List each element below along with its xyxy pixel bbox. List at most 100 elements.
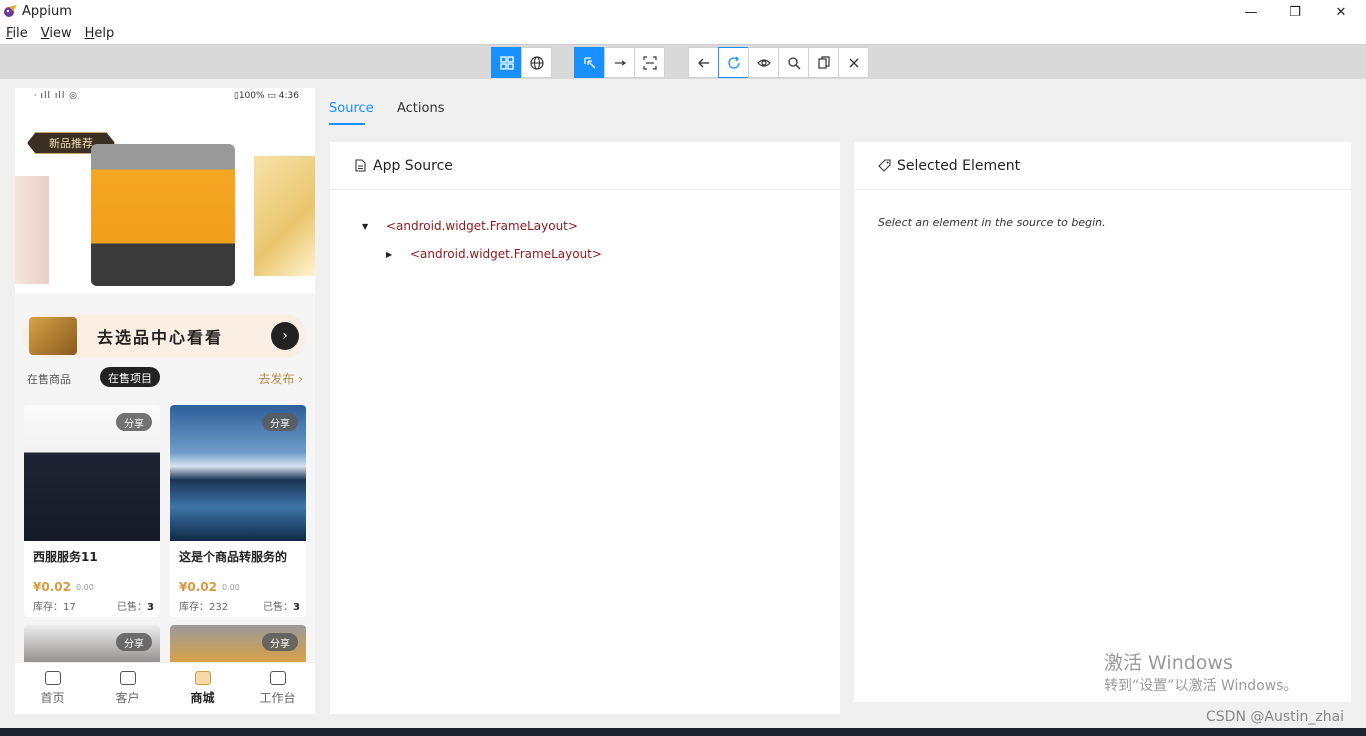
toolbar	[0, 44, 1366, 79]
active-tab-indicator	[329, 123, 365, 125]
web-mode-button[interactable]	[521, 47, 552, 78]
tab-on-sale-projects[interactable]: 在售项目	[100, 367, 160, 387]
product-price: ¥0.02	[33, 580, 71, 594]
product-center-banner[interactable]: 去选品中心看看 ›	[23, 314, 307, 358]
product-card[interactable]: 分享 西服服务11 ¥0.02 0.00 库存：17 已售：3	[24, 405, 160, 617]
carousel-image-right	[254, 156, 315, 276]
back-icon	[697, 58, 709, 67]
taskbar-edge	[0, 728, 1366, 736]
search-elements-button[interactable]	[778, 47, 809, 78]
tag-icon	[878, 159, 891, 172]
product-card[interactable]: 分享	[24, 625, 160, 665]
swipe-button[interactable]	[604, 47, 635, 78]
tree-node-label[interactable]: <android.widget.FrameLayout>	[386, 219, 578, 233]
product-card[interactable]: 分享 这是个商品转服务的 ¥0.02 0.00 库存：232 已售：3	[170, 405, 306, 617]
sold-count: 3	[147, 602, 154, 613]
grid-icon	[499, 55, 514, 70]
nav-workbench[interactable]: 工作台	[240, 663, 315, 714]
copy-icon	[817, 55, 830, 69]
product-name: 这是个商品转服务的	[179, 550, 288, 564]
nav-customers[interactable]: 客户	[90, 663, 165, 714]
product-sold: 已售：3	[117, 598, 154, 613]
nav-workbench-label: 工作台	[259, 691, 296, 705]
app-source-panel: App Source ▼ <android.widget.FrameLayout…	[330, 142, 840, 714]
mall-icon	[194, 671, 211, 685]
product-stock: 库存：232	[179, 602, 229, 613]
status-battery-time: ▯100% ▭ 4:36	[233, 91, 299, 101]
product-old-price: 0.00	[76, 583, 94, 592]
tree-node-label[interactable]: <android.widget.FrameLayout>	[410, 247, 602, 261]
globe-icon	[529, 55, 544, 70]
close-window-button[interactable]: ✕	[1318, 0, 1364, 24]
windows-activation-watermark: 激活 Windows	[1104, 652, 1233, 674]
product-carousel[interactable]: 新品推荐	[15, 106, 315, 293]
quit-session-button[interactable]	[838, 47, 869, 78]
native-mode-button[interactable]	[491, 47, 522, 78]
refresh-button[interactable]	[718, 47, 749, 78]
status-icons-left: · ıll ıll ◎	[31, 91, 79, 101]
tree-node[interactable]: ▶ <android.widget.FrameLayout>	[386, 247, 602, 261]
share-button[interactable]: 分享	[116, 413, 152, 431]
tap-coordinates-button[interactable]	[634, 47, 665, 78]
share-button[interactable]: 分享	[262, 413, 298, 431]
carousel-image-left	[15, 176, 49, 284]
minimize-button[interactable]: —	[1228, 0, 1274, 24]
menu-view[interactable]: View	[35, 24, 79, 44]
nav-customers-label: 客户	[115, 691, 140, 705]
caret-down-icon[interactable]: ▼	[362, 222, 372, 231]
share-button[interactable]: 分享	[116, 633, 152, 651]
copy-xml-button[interactable]	[808, 47, 839, 78]
tab-on-sale-goods[interactable]: 在售商品	[27, 371, 71, 387]
selected-element-panel: Selected Element Select an element in th…	[854, 142, 1351, 702]
select-elements-button[interactable]	[574, 47, 605, 78]
swipe-icon	[614, 60, 626, 65]
share-button[interactable]: 分享	[262, 633, 298, 651]
sold-count: 3	[293, 602, 300, 613]
product-price: ¥0.02	[179, 580, 217, 594]
menu-bar: File View Help	[0, 24, 1366, 44]
product-center-text: 去选品中心看看	[97, 328, 224, 347]
tap-area-icon	[642, 55, 657, 70]
nav-mall[interactable]: 商城	[165, 663, 240, 714]
toggle-visibility-button[interactable]	[748, 47, 779, 78]
search-icon	[787, 56, 800, 69]
tree-node[interactable]: ▼ <android.widget.FrameLayout>	[362, 219, 578, 233]
product-stock: 库存：17	[33, 602, 76, 613]
phone-status-bar: · ıll ıll ◎ ▯100% ▭ 4:36	[15, 88, 315, 106]
device-screenshot[interactable]: · ıll ıll ◎ ▯100% ▭ 4:36 新品推荐 去选品中心看看 › …	[15, 88, 315, 714]
product-name: 西服服务11	[33, 550, 98, 564]
appium-logo-icon	[4, 5, 17, 17]
gift-icon	[29, 317, 77, 355]
menu-file[interactable]: File	[0, 24, 35, 44]
window-title: Appium	[22, 4, 72, 19]
carousel-image-center	[91, 144, 235, 286]
tab-source[interactable]: Source	[329, 101, 374, 116]
product-old-price: 0.00	[222, 583, 240, 592]
folder-icon	[269, 671, 286, 685]
select-icon	[583, 56, 595, 68]
caret-right-icon[interactable]: ▶	[386, 250, 396, 259]
tab-actions[interactable]: Actions	[397, 101, 445, 116]
phone-bottom-nav: 首页 客户 商城 工作台	[15, 662, 315, 714]
close-icon	[849, 58, 858, 67]
toolbar-group-mode	[491, 47, 552, 78]
product-sold: 已售：3	[263, 598, 300, 613]
goods-subtabs: 在售商品 在售项目 去发布 ›	[15, 366, 315, 388]
csdn-watermark: CSDN @Austin_zhai	[1206, 709, 1345, 725]
eye-icon	[756, 58, 771, 67]
sold-label: 已售：	[263, 602, 294, 613]
app-source-title: App Source	[373, 157, 453, 174]
selected-element-title: Selected Element	[897, 157, 1021, 174]
title-bar: Appium — ❐ ✕	[0, 0, 1366, 24]
chevron-right-icon[interactable]: ›	[271, 322, 299, 350]
selected-element-hint: Select an element in the source to begin…	[878, 216, 1106, 229]
maximize-button[interactable]: ❐	[1272, 0, 1318, 24]
nav-mall-label: 商城	[190, 691, 215, 705]
menu-help[interactable]: Help	[79, 24, 122, 44]
nav-home[interactable]: 首页	[15, 663, 90, 714]
back-button[interactable]	[688, 47, 719, 78]
product-card[interactable]: 分享	[170, 625, 306, 665]
sold-label: 已售：	[117, 602, 148, 613]
publish-link[interactable]: 去发布 ›	[258, 370, 303, 387]
file-icon	[355, 159, 366, 172]
